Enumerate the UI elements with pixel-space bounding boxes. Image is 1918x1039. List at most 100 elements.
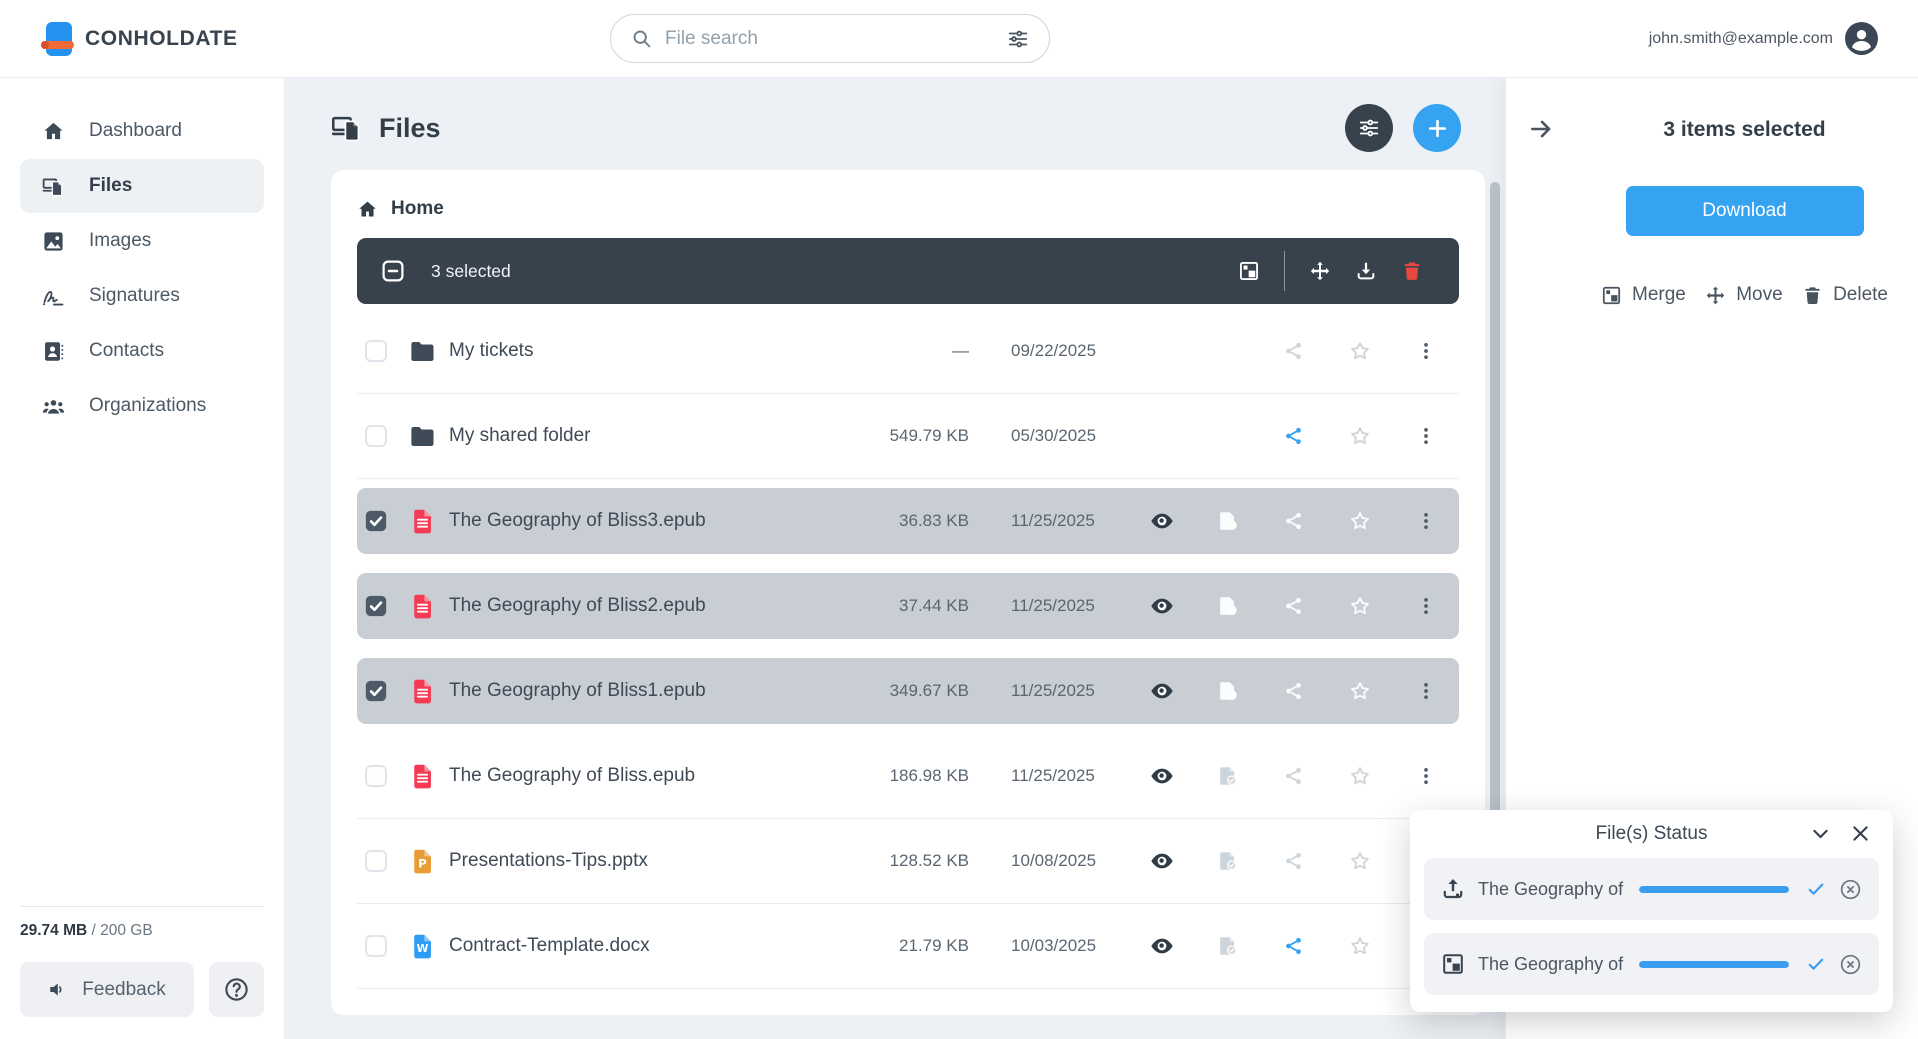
share-icon[interactable] <box>1261 669 1327 713</box>
row-checkbox[interactable] <box>365 765 387 787</box>
delete-action-button[interactable]: Delete <box>1802 284 1888 306</box>
file-check-icon[interactable] <box>1195 754 1261 798</box>
file-name[interactable]: Contract-Template.docx <box>449 935 849 957</box>
file-row[interactable]: My shared folder549.79 KB05/30/2025 <box>357 403 1459 469</box>
cancel-circle-icon[interactable] <box>1839 953 1862 976</box>
user-menu[interactable]: john.smith@example.com <box>1649 22 1878 55</box>
sidebar-item-contacts[interactable]: Contacts <box>20 324 264 378</box>
move-action-button[interactable]: Move <box>1705 284 1782 306</box>
share-icon[interactable] <box>1261 499 1327 543</box>
star-icon[interactable] <box>1327 329 1393 373</box>
kebab-menu-icon[interactable] <box>1393 669 1459 713</box>
file-check-icon[interactable] <box>1195 499 1261 543</box>
move-icon[interactable] <box>1297 260 1343 282</box>
file-date: 11/25/2025 <box>1011 681 1129 701</box>
preview-eye-icon[interactable] <box>1129 499 1195 543</box>
collapse-panel-button[interactable] <box>1528 116 1554 142</box>
file-row[interactable]: My tickets—09/22/2025 <box>357 318 1459 384</box>
download-icon[interactable] <box>1343 260 1389 282</box>
file-name[interactable]: My shared folder <box>449 425 849 447</box>
share-icon[interactable] <box>1261 584 1327 628</box>
breadcrumb[interactable]: Home <box>357 188 1459 230</box>
kebab-menu-icon[interactable] <box>1393 329 1459 373</box>
row-checkbox[interactable] <box>365 850 387 872</box>
cancel-circle-icon[interactable] <box>1839 878 1862 901</box>
star-icon[interactable] <box>1327 584 1393 628</box>
file-check-icon[interactable] <box>1195 839 1261 883</box>
view-settings-button[interactable] <box>1345 104 1393 152</box>
row-checkbox[interactable] <box>365 425 387 447</box>
row-checkbox[interactable] <box>365 340 387 362</box>
delete-icon[interactable] <box>1389 260 1435 282</box>
docx-file-icon: W <box>409 933 436 960</box>
star-icon[interactable] <box>1327 499 1393 543</box>
file-check-icon[interactable] <box>1195 924 1261 968</box>
share-icon[interactable] <box>1261 754 1327 798</box>
kebab-menu-icon[interactable] <box>1393 584 1459 628</box>
row-checkbox-checked[interactable] <box>363 678 389 704</box>
user-avatar-icon[interactable] <box>1845 22 1878 55</box>
kebab-menu-icon[interactable] <box>1393 414 1459 458</box>
sidebar-item-signatures[interactable]: Signatures <box>20 269 264 323</box>
select-all-checkbox[interactable] <box>381 259 405 283</box>
sidebar-item-images[interactable]: Images <box>20 214 264 268</box>
download-button[interactable]: Download <box>1626 186 1864 236</box>
preview-eye-icon[interactable] <box>1129 669 1195 713</box>
close-popup-button[interactable] <box>1850 823 1871 844</box>
file-name[interactable]: The Geography of Bliss1.epub <box>449 680 849 702</box>
merge-action-button[interactable]: Merge <box>1601 284 1686 306</box>
share-icon[interactable] <box>1261 839 1327 883</box>
home-icon[interactable] <box>357 199 378 220</box>
preview-eye-icon[interactable] <box>1129 839 1195 883</box>
sidebar-nav: DashboardFilesImagesSignaturesContactsOr… <box>20 104 264 434</box>
brand-logo[interactable]: CONHOLDATE <box>40 18 238 60</box>
file-name[interactable]: The Geography of Bliss3.epub <box>449 510 849 532</box>
status-item: The Geography of Bl... <box>1424 933 1879 995</box>
sidebar-item-organizations[interactable]: Organizations <box>20 379 264 433</box>
search-filters-icon[interactable] <box>1007 28 1029 50</box>
file-check-icon[interactable] <box>1195 584 1261 628</box>
row-checkbox[interactable] <box>365 935 387 957</box>
row-checkbox-checked[interactable] <box>363 593 389 619</box>
row-actions <box>1129 754 1459 798</box>
preview-eye-icon[interactable] <box>1129 754 1195 798</box>
file-row[interactable]: PPresentations-Tips.pptx128.52 KB10/08/2… <box>357 828 1459 894</box>
file-row[interactable]: The Geography of Bliss1.epub349.67 KB11/… <box>357 658 1459 724</box>
file-name[interactable]: The Geography of Bliss2.epub <box>449 595 849 617</box>
file-name[interactable]: Presentations-Tips.pptx <box>449 850 849 872</box>
file-name[interactable]: The Geography of Bliss.epub <box>449 765 849 787</box>
preview-eye-icon[interactable] <box>1129 584 1195 628</box>
share-icon[interactable] <box>1261 414 1327 458</box>
help-button[interactable] <box>209 962 264 1017</box>
merge-icon[interactable] <box>1226 260 1272 282</box>
kebab-menu-icon[interactable] <box>1393 499 1459 543</box>
share-icon[interactable] <box>1261 924 1327 968</box>
file-row[interactable]: The Geography of Bliss.epub186.98 KB11/2… <box>357 743 1459 809</box>
star-icon[interactable] <box>1327 669 1393 713</box>
share-icon[interactable] <box>1261 329 1327 373</box>
sidebar-item-dashboard[interactable]: Dashboard <box>20 104 264 158</box>
star-icon[interactable] <box>1327 414 1393 458</box>
file-name[interactable]: My tickets <box>449 340 849 362</box>
file-row[interactable]: The Geography of Bliss3.epub36.83 KB11/2… <box>357 488 1459 554</box>
star-icon[interactable] <box>1327 924 1393 968</box>
search-input[interactable] <box>665 28 994 50</box>
file-row[interactable]: WContract-Template.docx21.79 KB10/03/202… <box>357 913 1459 979</box>
progress-bar <box>1639 961 1789 968</box>
file-check-icon[interactable] <box>1195 669 1261 713</box>
action-label: Move <box>1736 284 1782 306</box>
add-button[interactable] <box>1413 104 1461 152</box>
sidebar-item-files[interactable]: Files <box>20 159 264 213</box>
feedback-button[interactable]: Feedback <box>20 962 194 1017</box>
preview-eye-icon[interactable] <box>1129 924 1195 968</box>
file-search-bar[interactable] <box>610 14 1050 63</box>
star-icon[interactable] <box>1327 839 1393 883</box>
row-actions <box>1129 329 1459 373</box>
kebab-menu-icon[interactable] <box>1393 754 1459 798</box>
row-checkbox-checked[interactable] <box>363 508 389 534</box>
scrollbar[interactable] <box>1490 182 1500 822</box>
star-icon[interactable] <box>1327 754 1393 798</box>
file-row[interactable]: The Geography of Bliss2.epub37.44 KB11/2… <box>357 573 1459 639</box>
collapse-popup-button[interactable] <box>1810 823 1831 844</box>
file-date: 11/25/2025 <box>1011 511 1129 531</box>
